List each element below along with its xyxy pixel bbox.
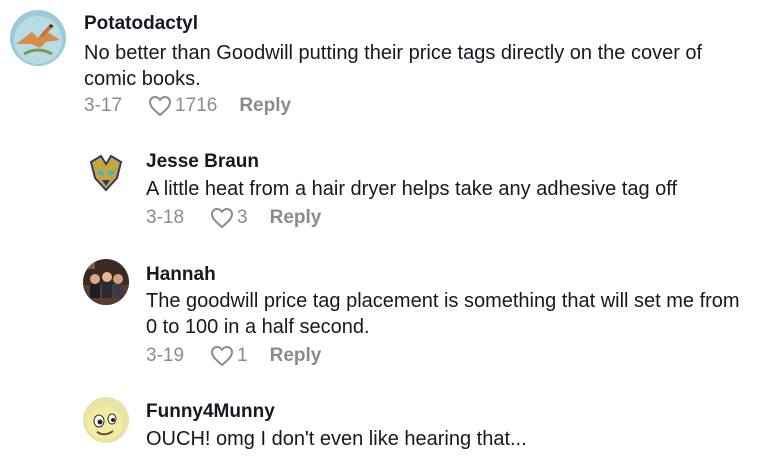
heart-icon (211, 346, 234, 366)
comment-date: 3-19 (146, 345, 185, 366)
like-count: 3 (237, 207, 248, 228)
avatar[interactable] (10, 10, 66, 66)
group-photo-avatar-icon (83, 259, 129, 305)
like-button[interactable]: 1 (210, 345, 248, 367)
like-count: 1 (237, 345, 248, 366)
comment-meta: 3-18 3 Reply (146, 207, 321, 229)
comment-text: The goodwill price tag placement is some… (146, 290, 740, 338)
comment-username[interactable]: Potatodactyl (84, 13, 198, 35)
like-button[interactable]: 1716 (148, 95, 217, 117)
reply-button[interactable]: Reply (239, 95, 291, 117)
like-count: 1716 (175, 95, 218, 116)
comment-text: A little heat from a hair dryer helps ta… (146, 178, 678, 200)
comment-text: OUCH! omg I don't even like hearing that… (146, 428, 527, 450)
comment-date: 3-18 (146, 207, 185, 228)
robot-helmet-avatar-icon (83, 150, 129, 196)
comment-username[interactable]: Hannah (146, 264, 216, 286)
avatar[interactable] (83, 150, 129, 196)
avatar[interactable] (83, 397, 129, 443)
pterodactyl-avatar-icon (10, 10, 66, 66)
reply-button[interactable]: Reply (270, 345, 322, 367)
like-button[interactable]: 3 (210, 207, 248, 229)
comment-username[interactable]: Funny4Munny (146, 401, 275, 423)
cartoon-face-avatar-icon (83, 397, 129, 443)
comment-username[interactable]: Jesse Braun (146, 151, 259, 173)
reply-button[interactable]: Reply (270, 207, 322, 229)
comment-date: 3-17 (84, 95, 123, 116)
heart-icon (211, 208, 234, 228)
comment-text: No better than Goodwill putting their pr… (84, 42, 703, 90)
comment-meta: 3-17 1716 Reply (84, 95, 291, 117)
avatar[interactable] (83, 259, 129, 305)
comment-meta: 3-19 1 Reply (146, 345, 321, 367)
heart-icon (149, 96, 172, 116)
